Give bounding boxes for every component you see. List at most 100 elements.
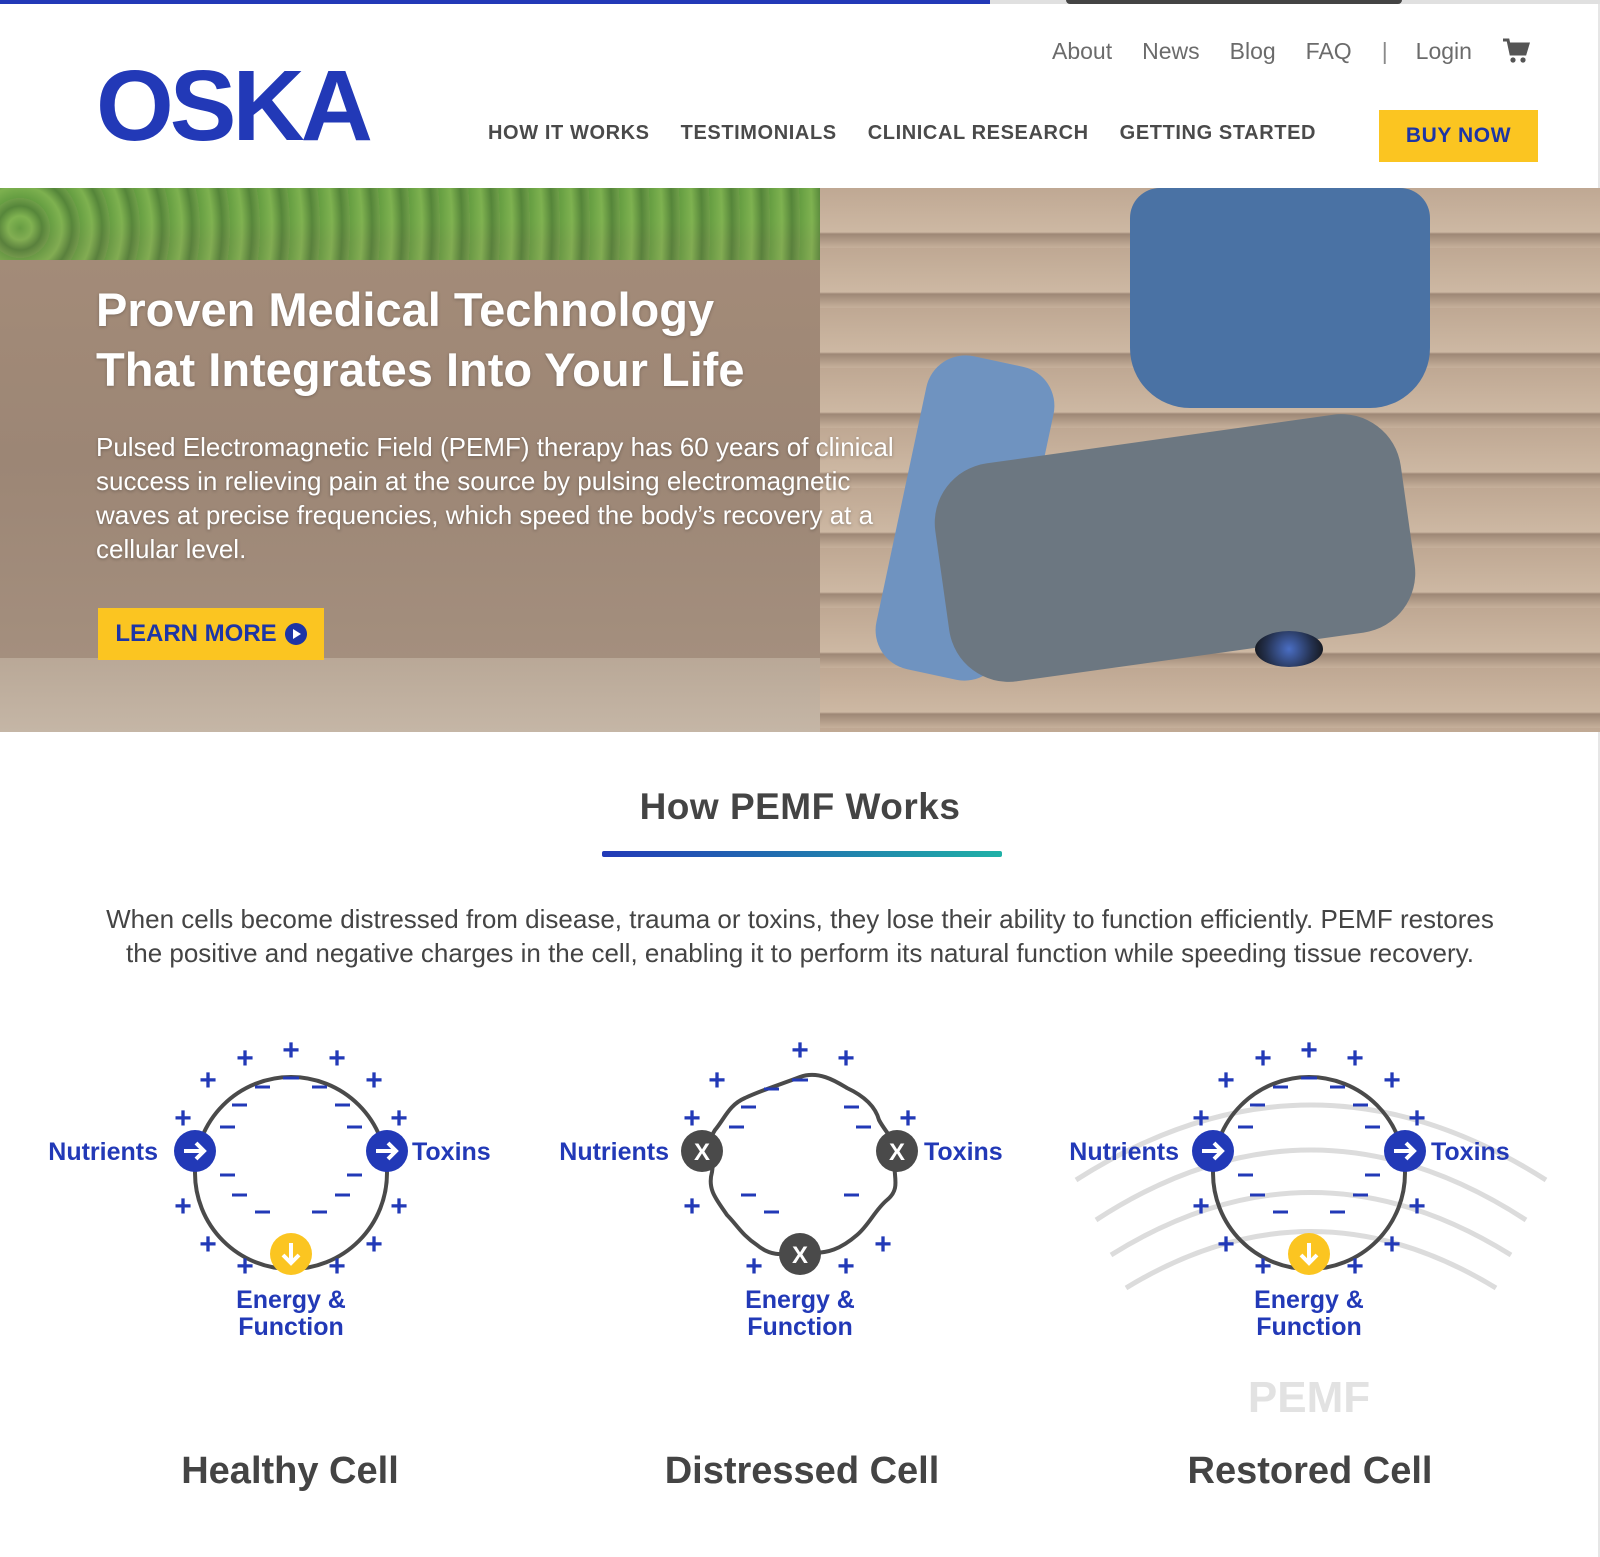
nav-faq[interactable]: FAQ	[1306, 38, 1352, 65]
blocked-toxins-icon: X	[876, 1130, 918, 1172]
restored-cell-diagram: ++ + + ++ + + ++ + + + Nutrients Toxins …	[1069, 1040, 1548, 1422]
logo-text: OSKA	[96, 64, 371, 148]
svg-text:+: +	[1254, 1250, 1272, 1283]
negative-charges	[729, 1078, 871, 1214]
nutrients-arrow-icon	[174, 1130, 216, 1172]
play-circle-icon	[284, 623, 307, 645]
restored-cell-title: Restored Cell	[1187, 1450, 1433, 1492]
svg-text:+: +	[174, 1190, 192, 1223]
cart-icon[interactable]	[1502, 38, 1530, 64]
svg-text:+: +	[1346, 1042, 1364, 1075]
svg-text:+: +	[791, 1040, 809, 1067]
main-nav: HOW IT WORKS TESTIMONIALS CLINICAL RESEA…	[488, 122, 1347, 145]
section-description: When cells become distressed from diseas…	[106, 904, 1494, 968]
top-accent-bar	[0, 0, 990, 4]
buy-now-button[interactable]: BUY NOW	[1379, 110, 1538, 162]
svg-text:+: +	[236, 1250, 254, 1283]
top-accent-bar-dark	[1066, 0, 1402, 4]
svg-text:+: +	[837, 1250, 855, 1283]
svg-text:+: +	[837, 1042, 855, 1075]
svg-text:+: +	[1254, 1042, 1272, 1075]
svg-text:+: +	[328, 1250, 346, 1283]
hero-title: Proven Medical Technology That Integrate…	[96, 280, 916, 400]
cell-membrane-damaged	[708, 1072, 898, 1257]
svg-text:+: +	[1408, 1102, 1426, 1135]
energy-label-1: Energy &	[1254, 1286, 1364, 1314]
toxins-arrow-icon	[1384, 1130, 1426, 1172]
svg-text:+: +	[1383, 1064, 1401, 1097]
nav-login[interactable]: Login	[1416, 38, 1472, 65]
nutrients-label: Nutrients	[559, 1138, 669, 1166]
svg-text:+: +	[874, 1228, 892, 1261]
svg-text:X: X	[694, 1139, 710, 1166]
hero-title-line1: Proven Medical Technology	[96, 283, 715, 336]
utility-nav: About News Blog FAQ | Login	[1052, 36, 1530, 66]
toxins-label: Toxins	[924, 1138, 1003, 1166]
negative-charges	[220, 1076, 362, 1214]
distressed-cell-diagram: + + ++ + ++ + + X X X Nutrients Toxins E…	[559, 1040, 1003, 1341]
toxins-label: Toxins	[412, 1138, 491, 1166]
svg-text:+: +	[708, 1064, 726, 1097]
svg-text:+: +	[1192, 1102, 1210, 1135]
nutrients-label: Nutrients	[48, 1138, 158, 1166]
pemf-watermark: PEMF	[1248, 1373, 1370, 1422]
nav-clinical-research[interactable]: CLINICAL RESEARCH	[868, 122, 1089, 145]
svg-text:+: +	[1192, 1190, 1210, 1223]
hero-title-line2: That Integrates Into Your Life	[96, 343, 745, 396]
svg-text:+: +	[390, 1190, 408, 1223]
section-title: How PEMF Works	[639, 786, 961, 827]
nav-how-it-works[interactable]: HOW IT WORKS	[488, 122, 650, 145]
page: OSKA About News Blog FAQ | Login HOW IT …	[0, 0, 1600, 1557]
energy-label-2: Function	[747, 1313, 853, 1341]
svg-text:+: +	[899, 1102, 917, 1135]
svg-text:+: +	[282, 1040, 300, 1067]
svg-text:+: +	[236, 1042, 254, 1075]
toxins-arrow-icon	[366, 1130, 408, 1172]
svg-text:+: +	[390, 1102, 408, 1135]
nutrients-arrow-icon	[1192, 1130, 1234, 1172]
blocked-nutrients-icon: X	[681, 1130, 723, 1172]
svg-text:+: +	[683, 1190, 701, 1223]
svg-text:X: X	[889, 1139, 905, 1166]
svg-text:+: +	[745, 1250, 763, 1283]
blocked-energy-icon: X	[779, 1233, 821, 1275]
svg-text:+: +	[365, 1064, 383, 1097]
learn-more-button[interactable]: LEARN MORE	[98, 608, 324, 660]
svg-text:+: +	[199, 1228, 217, 1261]
svg-text:+: +	[1408, 1190, 1426, 1223]
oska-logo[interactable]: OSKA	[96, 64, 386, 148]
svg-text:+: +	[1217, 1064, 1235, 1097]
svg-text:+: +	[174, 1102, 192, 1135]
energy-label-2: Function	[1256, 1313, 1362, 1341]
section-title-underline	[602, 851, 1002, 857]
energy-label-1: Energy &	[236, 1286, 346, 1314]
svg-text:+: +	[199, 1064, 217, 1097]
toxins-label: Toxins	[1431, 1138, 1510, 1166]
svg-text:+: +	[683, 1102, 701, 1135]
hero-banner: Proven Medical Technology That Integrate…	[0, 188, 1600, 732]
svg-text:+: +	[328, 1042, 346, 1075]
healthy-cell-diagram: ++ + + ++ + + ++ + + + Nutrients Toxins …	[48, 1040, 491, 1341]
nav-about[interactable]: About	[1052, 38, 1112, 65]
nav-getting-started[interactable]: GETTING STARTED	[1120, 122, 1316, 145]
nav-testimonials[interactable]: TESTIMONIALS	[681, 122, 837, 145]
nutrients-label: Nutrients	[1069, 1138, 1179, 1166]
energy-arrow-icon	[270, 1233, 312, 1275]
nav-separator: |	[1381, 37, 1388, 64]
svg-text:+: +	[1383, 1228, 1401, 1261]
distressed-cell-title: Distressed Cell	[664, 1450, 940, 1492]
energy-label-2: Function	[238, 1313, 344, 1341]
energy-label-1: Energy &	[745, 1286, 855, 1314]
svg-text:+: +	[1346, 1250, 1364, 1283]
svg-text:+: +	[1217, 1228, 1235, 1261]
hero-plants-image	[0, 188, 960, 268]
hero-description: Pulsed Electromagnetic Field (PEMF) ther…	[96, 432, 894, 564]
healthy-cell-title: Healthy Cell	[181, 1450, 399, 1492]
nav-news[interactable]: News	[1142, 38, 1200, 65]
oska-device-image	[1255, 631, 1323, 667]
energy-arrow-icon	[1288, 1233, 1330, 1275]
svg-text:+: +	[1300, 1040, 1318, 1067]
nav-blog[interactable]: Blog	[1230, 38, 1276, 65]
svg-text:+: +	[365, 1228, 383, 1261]
learn-more-label: LEARN MORE	[115, 620, 277, 647]
